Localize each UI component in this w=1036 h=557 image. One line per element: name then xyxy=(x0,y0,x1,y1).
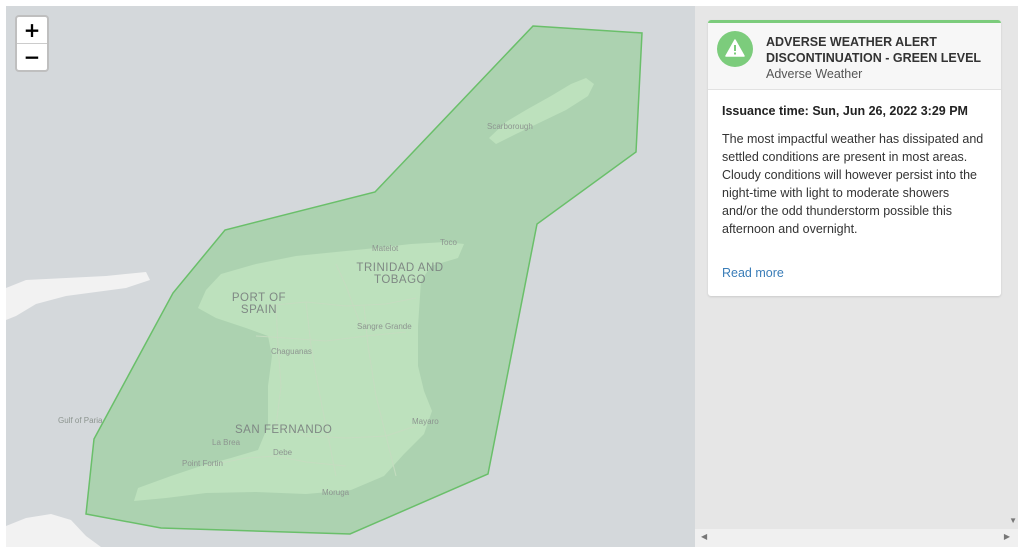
matelot-label: Matelot xyxy=(372,244,399,253)
chaguanas-label: Chaguanas xyxy=(271,347,312,356)
country-label-line2: TOBAGO xyxy=(374,274,426,286)
alert-card: ADVERSE WEATHER ALERT DISCONTINUATION - … xyxy=(708,20,1001,296)
zoom-in-button[interactable]: + xyxy=(17,17,47,44)
alert-subtitle: Adverse Weather xyxy=(766,67,863,81)
venezuela-coast-land xyxy=(6,272,150,320)
san-fernando-label: SAN FERNANDO xyxy=(235,424,333,436)
map-view[interactable]: Scarborough Matelot Toco TRINIDAD AND TO… xyxy=(6,6,695,547)
moruga-label: Moruga xyxy=(322,488,350,497)
alert-title: ADVERSE WEATHER ALERT DISCONTINUATION - … xyxy=(766,35,982,65)
port-of-spain-line2: SPAIN xyxy=(240,304,278,316)
alert-description: The most impactful weather has dissipate… xyxy=(722,132,984,236)
zoom-control: + − xyxy=(15,15,49,72)
read-more-link[interactable]: Read more xyxy=(722,266,784,280)
scroll-right-arrow-icon[interactable]: ▶ xyxy=(1004,532,1010,541)
venezuela-delta-land xyxy=(6,514,101,547)
toco-label: Toco xyxy=(440,238,457,247)
country-label: TRINIDAD AND TOBAGO xyxy=(350,262,450,286)
horizontal-scrollbar[interactable]: ◀ ▶ xyxy=(695,529,1018,547)
warning-triangle-icon xyxy=(717,31,753,67)
la-brea-label: La Brea xyxy=(212,438,241,447)
country-label-line1: TRINIDAD AND xyxy=(356,262,444,274)
scarborough-label: Scarborough xyxy=(487,122,533,131)
app-frame: Scarborough Matelot Toco TRINIDAD AND TO… xyxy=(6,6,1018,547)
scroll-down-arrow-icon[interactable]: ▼ xyxy=(1009,516,1017,525)
scroll-left-arrow-icon[interactable]: ◀ xyxy=(701,532,707,541)
debe-label: Debe xyxy=(273,448,293,457)
sangre-grande-label: Sangre Grande xyxy=(357,322,412,331)
zoom-out-button[interactable]: − xyxy=(17,44,47,70)
issuance-time: Issuance time: Sun, Jun 26, 2022 3:29 PM xyxy=(722,104,968,118)
alert-panel[interactable]: ADVERSE WEATHER ALERT DISCONTINUATION - … xyxy=(695,6,1018,547)
point-fortin-label: Point Fortin xyxy=(182,459,223,468)
gulf-of-paria-label: Gulf of Paria xyxy=(58,416,103,425)
port-of-spain-line1: PORT OF xyxy=(231,292,287,304)
issuance-label: Issuance time: xyxy=(722,104,809,118)
alert-card-header: ADVERSE WEATHER ALERT DISCONTINUATION - … xyxy=(708,23,1001,90)
port-of-spain-label: PORT OF SPAIN xyxy=(228,292,290,316)
issuance-value: Sun, Jun 26, 2022 3:29 PM xyxy=(812,104,968,118)
mayaro-label: Mayaro xyxy=(412,417,439,426)
